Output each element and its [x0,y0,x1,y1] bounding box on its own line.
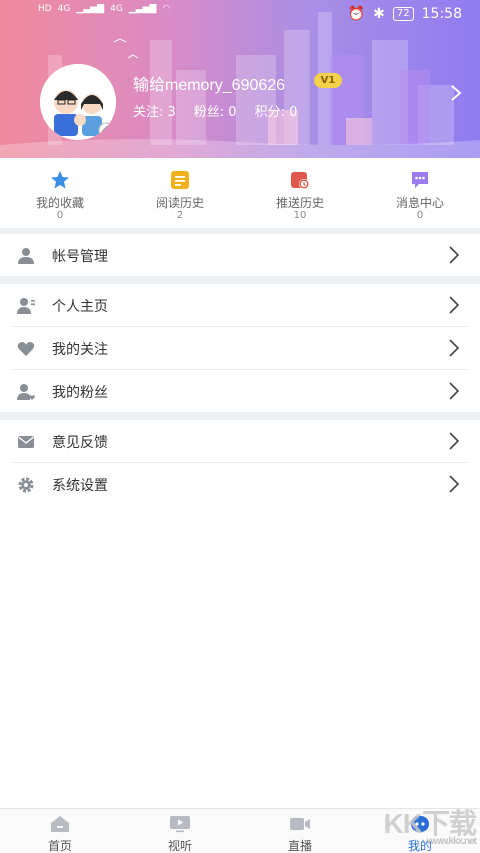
quick-favorites[interactable]: 我的收藏 0 [0,160,120,228]
network-label: 4G [57,4,71,14]
menu-label: 帐号管理 [52,249,108,265]
watermark-main: KK下载 [383,808,477,839]
tab-label: 直播 [287,839,312,853]
profile-header: HD 4G ▁▃▅▇ 4G ▁▃▅▇ ◠ ⏰ ✱ 72 15:58 输给memo… [0,0,480,158]
status-right: ⏰ ✱ 72 15:58 [348,6,462,22]
quick-count: 0 [416,210,424,221]
quick-label: 阅读历史 [155,196,204,210]
quick-count: 0 [56,210,64,221]
username: 输给memory_690626 [133,77,286,94]
fans-count[interactable]: 粉丝: 0 [194,101,237,120]
profile-stats: 关注: 3 粉丝: 0 积分: 0 [133,101,297,120]
menu-account-management[interactable]: 帐号管理 [0,234,480,276]
tab-video[interactable]: 视听 [120,809,240,853]
chevron-right-icon [449,339,459,357]
reading-icon [171,171,189,189]
tab-home[interactable]: 首页 [0,809,120,853]
quick-reading-history[interactable]: 阅读历史 2 [120,160,240,228]
quick-message-center[interactable]: 消息中心 0 [360,160,480,228]
chevron-right-icon [449,475,459,493]
signal-icon-2: ▁▃▅▇ [128,4,157,14]
user-icon [18,248,34,264]
menu-system-settings[interactable]: 系统设置 [0,463,480,505]
signal-indicators: HD 4G ▁▃▅▇ 4G ▁▃▅▇ ◠ [38,4,170,14]
section-gap [0,412,480,420]
mail-icon [18,436,34,448]
watermark: KK下载 www.kkx.net [383,802,477,847]
star-icon [51,171,69,189]
fans-icon [17,384,35,400]
menu-label: 系统设置 [52,478,108,494]
clock: 15:58 [421,6,462,22]
status-bar: HD 4G ▁▃▅▇ 4G ▁▃▅▇ ◠ ⏰ ✱ 72 15:58 [0,0,480,30]
menu-label: 个人主页 [52,299,108,315]
menu-my-fans[interactable]: 我的粉丝 [0,370,480,412]
tab-label: 视听 [167,839,192,853]
section-gap [0,276,480,284]
profile-arrow-icon[interactable] [450,84,462,106]
chevron-right-icon [449,246,459,264]
bluetooth-icon: ✱ [373,6,385,22]
push-history-icon [291,172,309,189]
home-icon [51,816,69,832]
menu-label: 我的关注 [52,342,108,358]
menu-personal-homepage[interactable]: 个人主页 [0,284,480,326]
quick-label: 我的收藏 [35,196,84,210]
quick-count: 10 [293,210,307,221]
quick-push-history[interactable]: 推送历史 10 [240,160,360,228]
menu-feedback[interactable]: 意见反馈 [0,420,480,462]
chevron-right-icon [449,382,459,400]
tab-label: 首页 [47,839,72,853]
menu-label: 意见反馈 [52,435,108,451]
menu-my-following[interactable]: 我的关注 [0,327,480,369]
points-count[interactable]: 积分: 0 [255,101,298,120]
avatar[interactable] [40,64,116,140]
wifi-icon: ◠ [162,4,171,14]
profile-card-icon [17,298,35,314]
hd-label: HD [38,4,52,14]
chevron-right-icon [449,432,459,450]
quick-label: 消息中心 [395,196,444,210]
tab-live[interactable]: 直播 [240,809,360,853]
live-icon [290,818,310,830]
vip-badge: V1 [314,73,342,88]
battery-indicator: 72 [392,7,414,21]
video-icon [170,816,190,833]
signal-icon: ▁▃▅▇ [76,4,105,14]
quick-actions: 我的收藏 0 阅读历史 2 推送历史 10 消息中心 0 [0,160,480,228]
avatar-illustration [40,64,116,140]
menu-label: 我的粉丝 [52,385,108,401]
chevron-right-icon [449,296,459,314]
message-icon [412,172,428,188]
heart-icon [17,342,35,356]
alarm-icon: ⏰ [347,6,366,22]
quick-count: 2 [176,210,184,221]
network-label-2: 4G [110,4,123,14]
quick-label: 推送历史 [275,196,324,210]
following-count[interactable]: 关注: 3 [133,101,176,120]
gear-icon [18,477,34,493]
